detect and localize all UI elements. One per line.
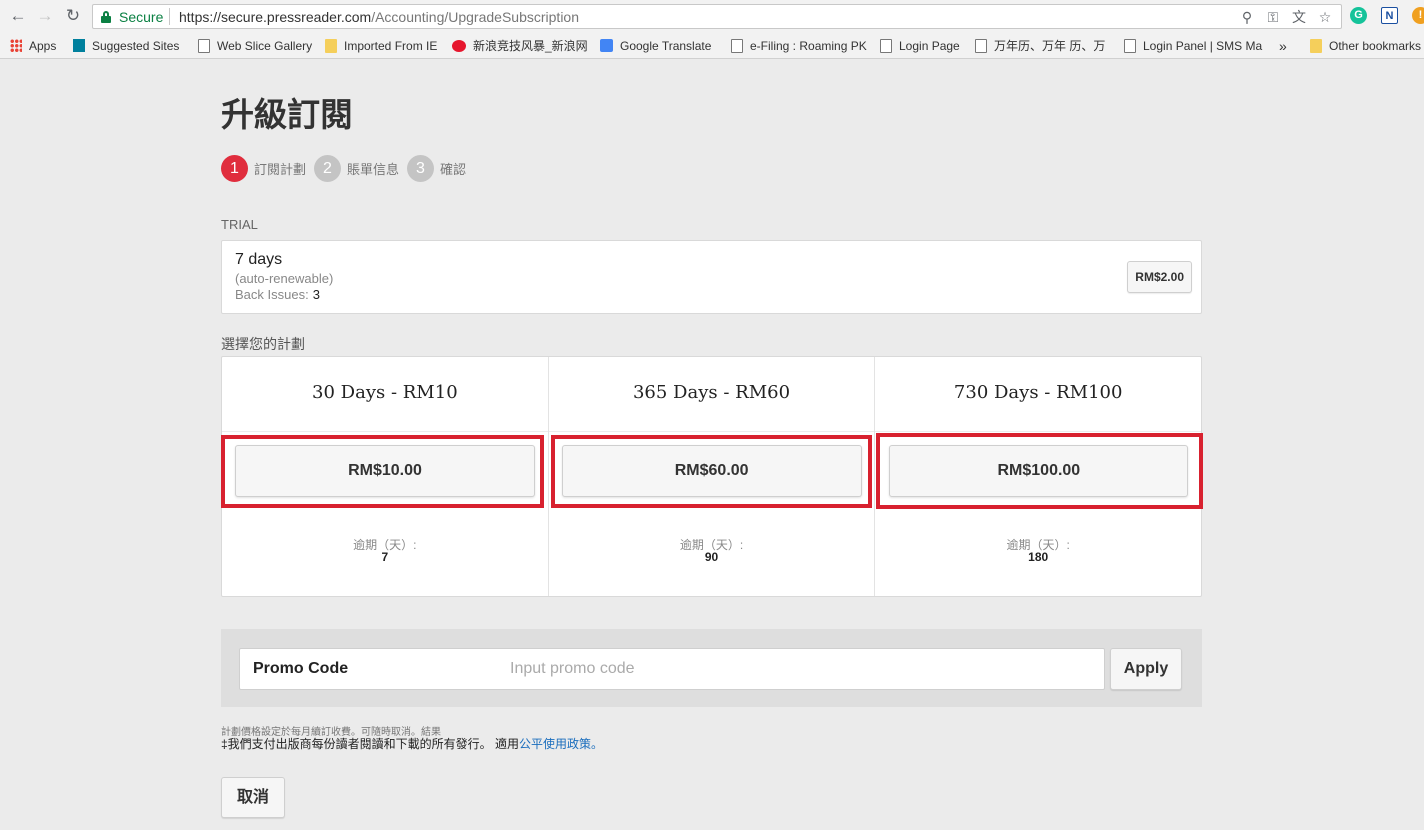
fine-print-text: ‡我們支付出版商每份讀者閱讀和下載的所有發行。 適用 (221, 737, 520, 751)
trial-section-label: TRIAL (221, 217, 258, 232)
bookmark-google-translate[interactable]: Google Translate (600, 37, 711, 54)
trial-days: 7 days (235, 251, 283, 268)
step-label: 確認 (440, 162, 467, 177)
plan-divider (222, 431, 548, 432)
trial-back-issues: Back Issues: 3 (235, 287, 320, 302)
address-bar[interactable]: Secure https://secure.pressreader.com/Ac… (92, 4, 1342, 29)
url-path: /Accounting/UpgradeSubscription (371, 9, 579, 25)
browser-toolbar: ← → ↻ Secure https://secure.pressreader.… (0, 0, 1424, 32)
plan-price-button[interactable]: RM$60.00 (561, 445, 862, 497)
bookmark-label: 万年历、万年 历、万 (994, 39, 1106, 53)
bookmark-star-icon[interactable]: ☆ (1317, 8, 1333, 26)
bookmark-calendar[interactable]: 万年历、万年 历、万 (975, 37, 1105, 54)
bookmark-label: Suggested Sites (92, 38, 180, 53)
bookmark-imported-from-ie[interactable]: Imported From IE (325, 37, 437, 54)
fine-print-publishers: ‡我們支付出版商每份讀者閱讀和下載的所有發行。 適用公平使用政策。 (221, 735, 603, 752)
translate-icon (600, 39, 613, 52)
promo-code-input[interactable] (510, 655, 1090, 683)
bookmark-sina[interactable]: 新浪竞技风暴_新浪网 (452, 37, 588, 54)
bookmark-web-slice-gallery[interactable]: Web Slice Gallery (198, 37, 312, 54)
plan-expire-value: 180 (1028, 550, 1049, 564)
plan-title: 30 Days - RM10 (312, 382, 458, 403)
page-icon (731, 38, 743, 53)
lock-icon (101, 11, 111, 23)
trial-card: 7 days (auto-renewable) Back Issues: 3 RM… (221, 240, 1202, 314)
translate-page-icon[interactable]: 文 (1291, 8, 1307, 26)
plan-price-button[interactable]: RM$10.00 (235, 445, 535, 497)
promo-code-section: Promo Code Apply (221, 629, 1202, 707)
forward-arrow-icon[interactable]: → (35, 6, 55, 26)
bookmark-login-page[interactable]: Login Page (880, 37, 960, 54)
url-text[interactable]: https://secure.pressreader.com/Accountin… (179, 9, 579, 25)
step-number: 2 (314, 155, 341, 182)
plan-expire-value: 7 (381, 550, 389, 564)
bookmark-login-panel-sms[interactable]: Login Panel | SMS Ma (1124, 37, 1262, 54)
bookmark-suggested-sites[interactable]: Suggested Sites (73, 37, 179, 54)
step-3: 3 確認 (407, 155, 466, 182)
trial-price-button[interactable]: RM$2.00 (1127, 261, 1192, 293)
fair-use-policy-link[interactable]: 公平使用政策。 (519, 737, 603, 751)
plan-divider (875, 431, 1202, 432)
weibo-icon (452, 39, 466, 52)
step-label: 訂閱計劃 (254, 162, 307, 177)
bookmark-label: e-Filing : Roaming PK (750, 38, 867, 53)
bookmarks-overflow-button[interactable]: » (1279, 37, 1287, 54)
step-1: 1 訂閱計劃 (221, 155, 306, 182)
folder-icon (325, 38, 337, 53)
bookmark-label: Web Slice Gallery (217, 38, 313, 53)
folder-icon (1310, 38, 1322, 53)
step-label: 賬單信息 (347, 162, 400, 177)
step-number: 1 (221, 155, 248, 182)
grammarly-extension-icon[interactable]: G (1350, 7, 1367, 24)
page-icon (1124, 38, 1136, 53)
plan-grid: 30 Days - RM10 RM$10.00 逾期（天）: 7 365 Day… (221, 356, 1204, 597)
page-icon (198, 38, 210, 53)
plan-title: 730 Days - RM100 (953, 382, 1123, 403)
back-issues-value: 3 (312, 287, 320, 302)
plan-divider (548, 431, 875, 432)
choose-plan-label: 選擇您的計劃 (221, 336, 305, 352)
promo-code-label: Promo Code (253, 660, 349, 677)
apps-grid-icon (10, 38, 22, 53)
promo-code-field: Promo Code (239, 648, 1105, 690)
bookmark-label: Other bookmarks (1329, 38, 1422, 53)
plan-30-days: 30 Days - RM10 RM$10.00 逾期（天）: 7 (221, 357, 549, 596)
bookmark-label: 新浪竞技风暴_新浪网 (473, 39, 588, 53)
step-number: 3 (407, 155, 434, 182)
url-host: https://secure.pressreader.com (179, 9, 372, 25)
plan-price-button[interactable]: RM$100.00 (889, 445, 1189, 497)
bookmark-apps[interactable]: Apps (10, 37, 56, 54)
back-issues-label: Back Issues: (235, 287, 309, 302)
bookmark-label: Google Translate (620, 38, 712, 53)
page-title: 升級訂閱 (221, 95, 353, 134)
page-icon (975, 38, 987, 53)
apply-button[interactable]: Apply (1110, 648, 1182, 690)
plan-730-days: 730 Days - RM100 RM$100.00 逾期（天）: 180 (875, 357, 1204, 596)
plan-expire-value: 90 (704, 550, 719, 564)
bookmark-label: Login Panel | SMS Ma (1143, 38, 1263, 53)
plan-365-days: 365 Days - RM60 RM$60.00 逾期（天）: 90 (548, 357, 876, 596)
extension-icon[interactable]: ! (1412, 7, 1424, 24)
bookmarks-bar: Apps Suggested Sites Web Slice Gallery I… (0, 32, 1424, 59)
page-icon (880, 38, 892, 53)
bookmark-label: Imported From IE (344, 38, 438, 53)
n-extension-icon[interactable]: N (1381, 7, 1398, 24)
back-arrow-icon[interactable]: ← (8, 6, 28, 26)
step-2: 2 賬單信息 (314, 155, 399, 182)
bookmark-label: Apps (29, 38, 57, 53)
bookmark-label: Login Page (899, 38, 960, 53)
trial-auto-renewable: (auto-renewable) (235, 271, 334, 286)
bing-icon (73, 39, 85, 52)
overflow-chevron-icon: » (1279, 37, 1287, 54)
reload-icon[interactable]: ↻ (63, 6, 83, 26)
zoom-icon[interactable]: ⚲ (1239, 8, 1255, 26)
secure-label: Secure (119, 9, 164, 25)
plan-title: 365 Days - RM60 (632, 382, 791, 403)
key-icon[interactable]: ⚿ (1265, 8, 1281, 26)
cancel-button[interactable]: 取消 (221, 777, 285, 818)
bookmark-e-filing[interactable]: e-Filing : Roaming PK (731, 37, 867, 54)
bookmark-other-bookmarks[interactable]: Other bookmarks (1310, 37, 1421, 54)
address-divider (169, 8, 170, 25)
